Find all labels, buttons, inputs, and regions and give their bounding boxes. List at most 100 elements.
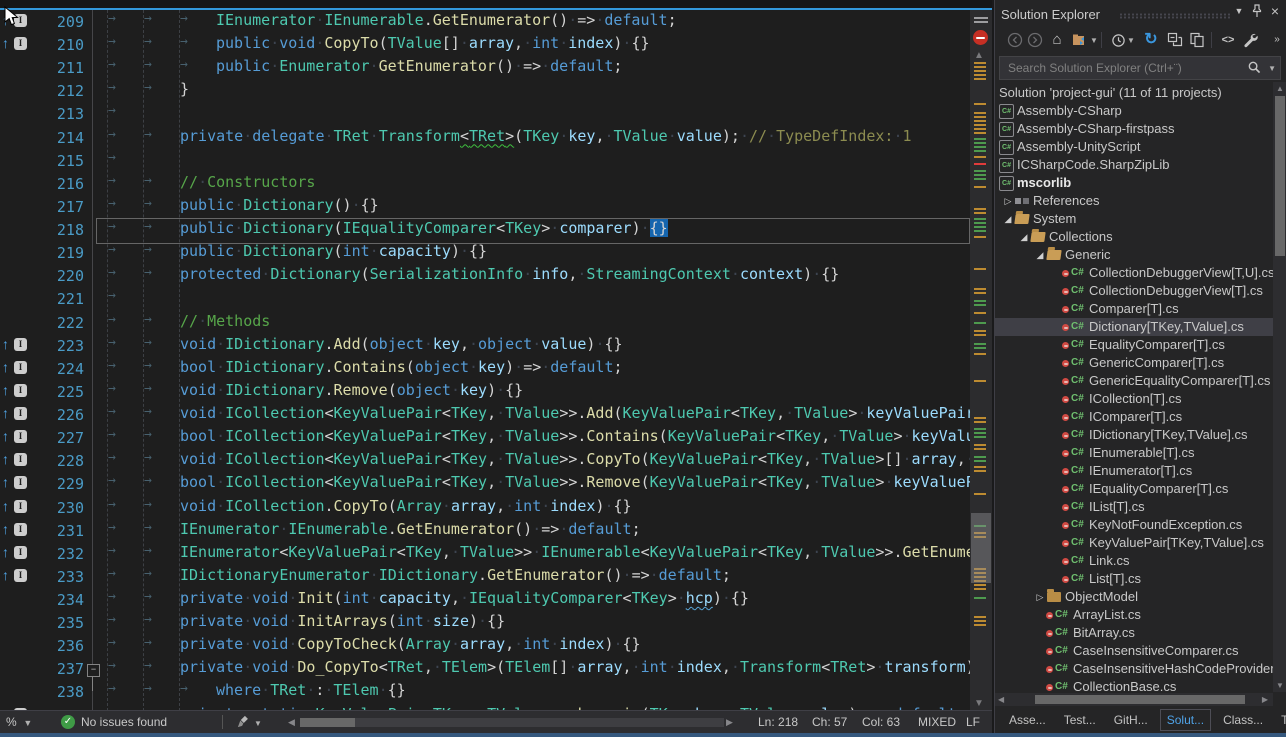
implements-glyph-icon[interactable]: ↑I bbox=[2, 450, 30, 470]
line-number[interactable]: 215 bbox=[30, 150, 84, 173]
zoom-level-select[interactable]: % ▼ bbox=[6, 711, 32, 733]
code-line[interactable]: → bbox=[96, 150, 970, 173]
code-line[interactable]: →→IEnumerator·IEnumerable.GetEnumerator(… bbox=[96, 520, 970, 543]
view-code-icon[interactable]: <> bbox=[1218, 30, 1238, 50]
tree-item[interactable]: C#GenericComparer[T].cs bbox=[995, 354, 1273, 372]
code-line[interactable]: →→public·Dictionary(IEqualityComparer<TK… bbox=[96, 219, 970, 242]
tree-item[interactable]: C#mscorlib bbox=[995, 174, 1273, 192]
glyph-margin[interactable]: ↑I↑I↑I↑I↑I↑I↑I↑I↑I↑I↑I↑I↑I↑I bbox=[0, 10, 30, 711]
line-ending-mixed-indicator[interactable]: MIXED bbox=[918, 711, 956, 733]
close-icon[interactable]: × bbox=[1267, 0, 1283, 22]
tool-window-tab[interactable]: Class... bbox=[1217, 710, 1269, 730]
tree-item[interactable]: C#Assembly-UnityScript bbox=[995, 138, 1273, 156]
line-number[interactable]: 226 bbox=[30, 404, 84, 427]
scroll-down-arrow-icon[interactable]: ▼ bbox=[1276, 681, 1284, 690]
code-line[interactable]: →→private·void·Do_CopyTo<TRet,·TElem>(TE… bbox=[96, 658, 970, 681]
properties-wrench-icon[interactable] bbox=[1240, 30, 1260, 50]
search-input[interactable] bbox=[1006, 58, 1230, 78]
line-number[interactable]: 237 bbox=[30, 658, 84, 681]
chevron-down-icon[interactable]: ▼ bbox=[1127, 36, 1135, 45]
scrollbar-thumb[interactable] bbox=[971, 513, 991, 583]
line-number[interactable]: 221 bbox=[30, 288, 84, 311]
code-line[interactable]: →→private·void·InitArrays(int·size)·{} bbox=[96, 612, 970, 635]
code-line[interactable]: →→→public·void·CopyTo(TValue[]·array,·in… bbox=[96, 34, 970, 57]
hscrollbar-thumb[interactable] bbox=[1035, 695, 1245, 704]
tree-item[interactable]: C#CaseInsensitiveComparer.cs bbox=[995, 642, 1273, 660]
tree-item[interactable]: C#IEnumerator[T].cs bbox=[995, 462, 1273, 480]
scroll-up-arrow-icon[interactable]: ▲ bbox=[974, 50, 984, 61]
sync-with-active-document-icon[interactable] bbox=[1187, 30, 1207, 50]
code-line[interactable]: →→private·delegate·TRet·Transform<TRet>(… bbox=[96, 127, 970, 150]
tree-item[interactable]: C#CollectionDebuggerView[T,U].cs bbox=[995, 264, 1273, 282]
code-line[interactable]: →→protected·Dictionary(SerializationInfo… bbox=[96, 265, 970, 288]
line-number[interactable]: 234 bbox=[30, 589, 84, 612]
line-number[interactable]: 231 bbox=[30, 520, 84, 543]
line-number[interactable]: 232 bbox=[30, 543, 84, 566]
col-indicator[interactable]: Col: 63 bbox=[862, 711, 900, 733]
code-line[interactable]: →→bool·ICollection<KeyValuePair<TKey,·TV… bbox=[96, 427, 970, 450]
tree-item[interactable]: C#Assembly-CSharp-firstpass bbox=[995, 120, 1273, 138]
tool-window-tab[interactable]: Asse... bbox=[1003, 710, 1052, 730]
code-line[interactable]: →→} bbox=[96, 80, 970, 103]
editor-vertical-scrollbar[interactable]: ▲ ▼ bbox=[970, 10, 992, 711]
code-line[interactable]: →→IEnumerator<KeyValuePair<TKey,·TValue>… bbox=[96, 543, 970, 566]
line-number[interactable]: 214 bbox=[30, 127, 84, 150]
line-number[interactable]: 213 bbox=[30, 103, 84, 126]
line-number[interactable]: 235 bbox=[30, 612, 84, 635]
implements-glyph-icon[interactable]: ↑I bbox=[2, 497, 30, 517]
tree-horizontal-scrollbar[interactable]: ◀ ▶ bbox=[995, 693, 1273, 706]
code-line[interactable]: →→private·void·CopyToCheck(Array·array,·… bbox=[96, 635, 970, 658]
hscroll-left-arrow-icon[interactable]: ◀ bbox=[288, 711, 295, 733]
expander-open-icon[interactable]: ◢ bbox=[1001, 210, 1015, 228]
tree-item[interactable]: C#KeyNotFoundException.cs bbox=[995, 516, 1273, 534]
hscroll-right-arrow-icon[interactable]: ▶ bbox=[1262, 695, 1268, 704]
tree-item[interactable]: Solution 'project-gui' (11 of 11 project… bbox=[995, 84, 1273, 102]
tool-window-tab[interactable]: Tea... bbox=[1275, 710, 1286, 730]
tree-item[interactable]: ▷ObjectModel bbox=[995, 588, 1273, 606]
code-area[interactable]: → →→IEnumerator·IEnumerable.GetEnumerator… bbox=[96, 10, 970, 711]
switch-views-icon[interactable] bbox=[1069, 30, 1089, 50]
line-number[interactable]: 227 bbox=[30, 427, 84, 450]
tree-item[interactable]: C#Dictionary[TKey,TValue].cs bbox=[995, 318, 1273, 336]
line-number[interactable]: 238 bbox=[30, 681, 84, 704]
cleanup-broom-icon[interactable] bbox=[236, 714, 251, 733]
chevron-down-icon[interactable]: ▼ bbox=[254, 711, 262, 733]
implements-glyph-icon[interactable]: ↑I bbox=[2, 335, 30, 355]
tree-item[interactable]: C#IList[T].cs bbox=[995, 498, 1273, 516]
pending-filter-clock-icon[interactable] bbox=[1108, 30, 1128, 50]
line-number[interactable]: 230 bbox=[30, 497, 84, 520]
outline-collapse-box[interactable]: − bbox=[87, 664, 100, 677]
search-box[interactable]: ▼ bbox=[999, 56, 1281, 80]
tree-item[interactable]: C#IEnumerable[T].cs bbox=[995, 444, 1273, 462]
code-line[interactable]: →→bool·ICollection<KeyValuePair<TKey,·TV… bbox=[96, 473, 970, 496]
tree-item[interactable]: ▷References bbox=[995, 192, 1273, 210]
expander-closed-icon[interactable]: ▷ bbox=[1001, 192, 1015, 210]
hscroll-left-arrow-icon[interactable]: ◀ bbox=[998, 695, 1004, 704]
tree-item[interactable]: C#Link.cs bbox=[995, 552, 1273, 570]
tree-item[interactable]: C#CaseInsensitiveHashCodeProvider.cs bbox=[995, 660, 1273, 678]
line-number[interactable]: 229 bbox=[30, 473, 84, 496]
line-number[interactable]: 222 bbox=[30, 312, 84, 335]
implements-glyph-icon[interactable]: ↑I bbox=[2, 543, 30, 563]
line-number[interactable]: 210 bbox=[30, 34, 84, 57]
code-line[interactable]: →→→where·TRet·:·TElem·{} bbox=[96, 681, 970, 704]
toolbar-overflow-icon[interactable]: » bbox=[1267, 30, 1286, 50]
tree-item[interactable]: C#IDictionary[TKey,TValue].cs bbox=[995, 426, 1273, 444]
tool-window-tab[interactable]: GitH... bbox=[1108, 710, 1154, 730]
line-number[interactable]: 216 bbox=[30, 173, 84, 196]
implements-glyph-icon[interactable]: ↑I bbox=[2, 473, 30, 493]
implements-glyph-icon[interactable]: ↑I bbox=[2, 404, 30, 424]
tree-item[interactable]: C#CollectionBase.cs bbox=[995, 678, 1273, 692]
code-line[interactable]: →→→public·Enumerator·GetEnumerator()·=>·… bbox=[96, 57, 970, 80]
expander-closed-icon[interactable]: ▷ bbox=[1033, 588, 1047, 606]
tree-item[interactable]: C#IEqualityComparer[T].cs bbox=[995, 480, 1273, 498]
search-icon[interactable] bbox=[1247, 60, 1262, 75]
implements-glyph-icon[interactable]: ↑I bbox=[2, 566, 30, 586]
scroll-up-arrow-icon[interactable]: ▲ bbox=[1276, 84, 1284, 93]
code-line[interactable]: →→public·Dictionary()·{} bbox=[96, 196, 970, 219]
expander-open-icon[interactable]: ◢ bbox=[1017, 228, 1031, 246]
tool-window-tab[interactable]: Solut... bbox=[1160, 709, 1211, 731]
scrollbar-thumb[interactable] bbox=[1275, 96, 1285, 256]
code-line[interactable]: →→//·Methods bbox=[96, 312, 970, 335]
code-editor[interactable]: ↑I↑I↑I↑I↑I↑I↑I↑I↑I↑I↑I↑I↑I↑I 20921021121… bbox=[0, 0, 992, 733]
